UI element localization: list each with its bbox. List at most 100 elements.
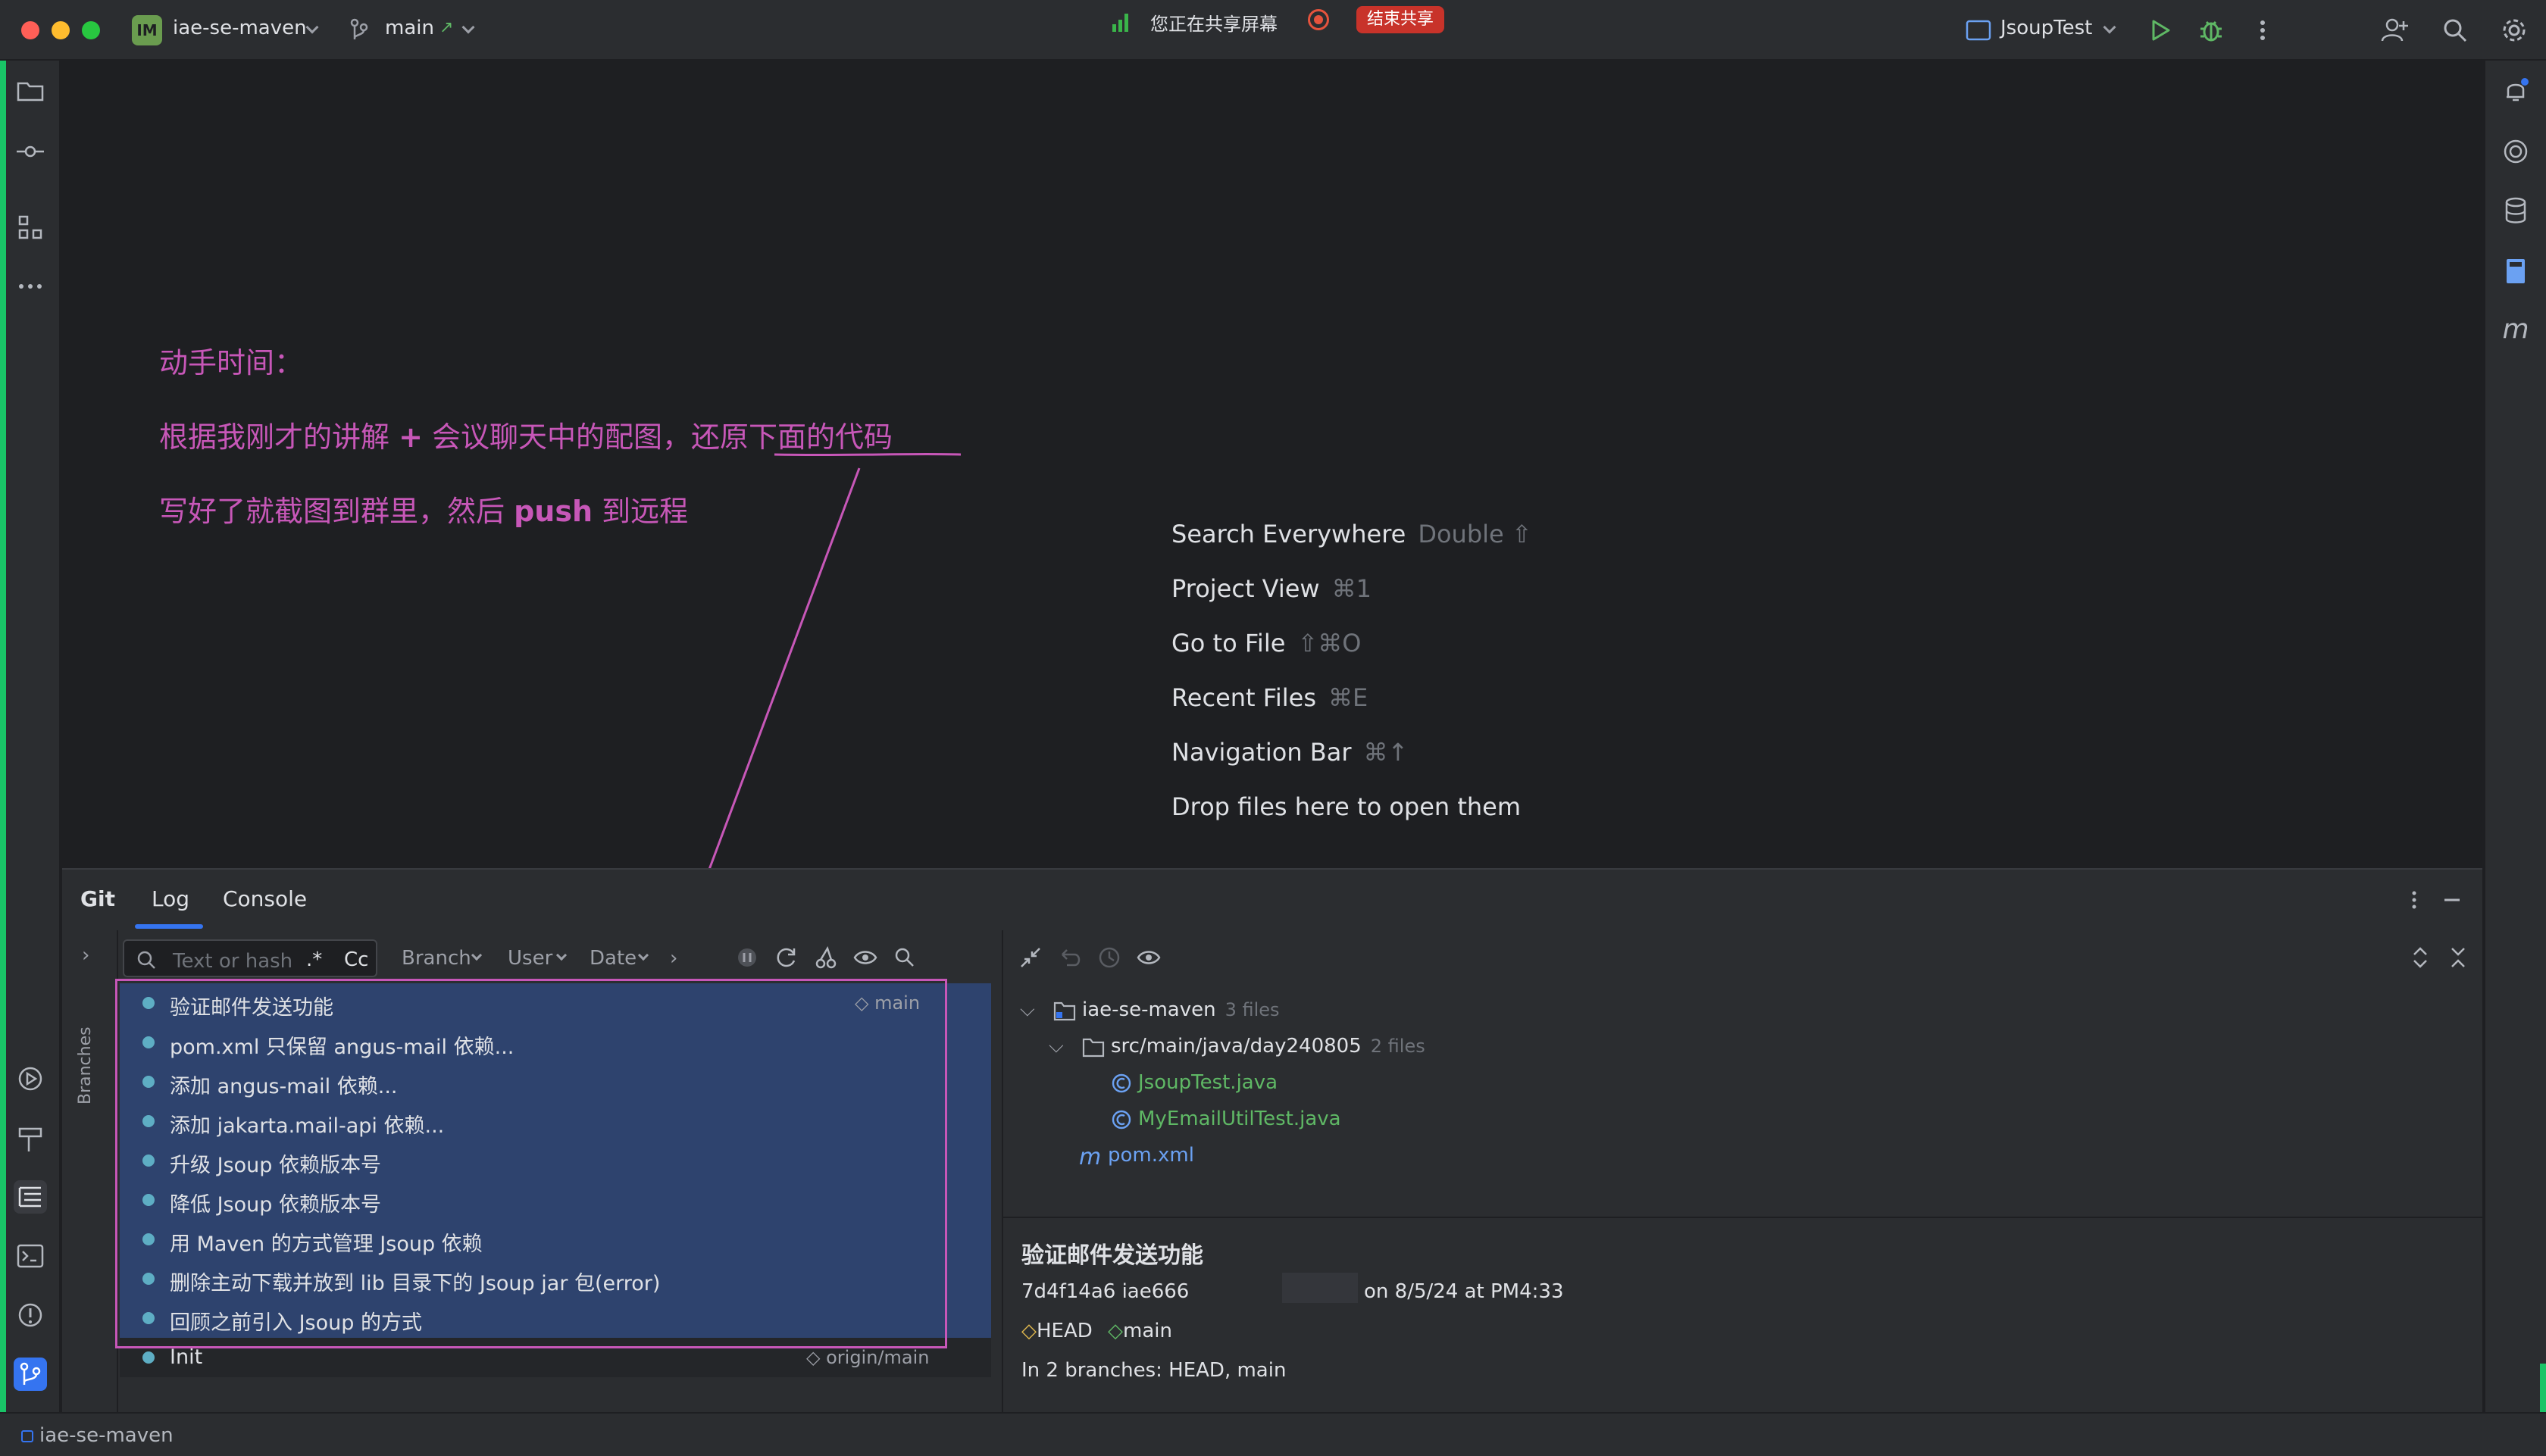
problems-icon[interactable] xyxy=(14,1298,47,1332)
sharing-signal-icon xyxy=(1112,14,1128,32)
editor-area: 动手时间： 根据我刚才的讲解 + 会议聊天中的配图，还原下面的代码 写好了就截图… xyxy=(62,62,2482,867)
project-folder-icon[interactable] xyxy=(14,74,47,108)
cherry-pick-icon[interactable] xyxy=(812,944,840,971)
chevron-down-icon[interactable]: ⌵ xyxy=(1020,998,1035,1022)
screen-share-border xyxy=(2540,1364,2546,1412)
chevron-down-icon xyxy=(305,20,319,34)
version-control-icon[interactable] xyxy=(14,1358,47,1391)
run-icon[interactable] xyxy=(2144,15,2175,45)
add-user-icon[interactable] xyxy=(2379,15,2410,45)
eye-icon[interactable] xyxy=(852,944,879,971)
collapse-arrows-icon[interactable] xyxy=(1017,944,1044,971)
hint-project-view: Project View ⌘1 xyxy=(1171,574,1372,603)
commit-hash-author[interactable]: 7d4f14a6 iae666 xyxy=(1021,1280,1189,1303)
tree-folder[interactable]: src/main/java/day240805 2 files xyxy=(1111,1035,1425,1058)
history-clock-icon[interactable] xyxy=(1096,944,1123,971)
commit-details-panel: ⌵ iae-se-maven 3 files ⌵ src/main/java/da… xyxy=(1002,930,2484,1414)
match-case-toggle[interactable]: Cc xyxy=(344,948,368,971)
build-hammer-icon[interactable] xyxy=(14,1123,47,1156)
refresh-icon[interactable] xyxy=(773,944,800,971)
run-config-icon xyxy=(1966,20,1991,41)
annotation-line-3: 写好了就截图到群里，然后 push 到远程 xyxy=(159,495,689,528)
ai-assistant-icon[interactable] xyxy=(2499,135,2532,168)
redacted-area xyxy=(1282,1273,1358,1303)
project-selector[interactable]: iae-se-maven xyxy=(173,17,307,39)
commit-node xyxy=(142,1351,155,1364)
annotation-line-1: 动手时间： xyxy=(159,346,304,380)
user-filter[interactable]: User xyxy=(508,947,552,970)
right-tool-strip: m xyxy=(2484,61,2546,1412)
hint-drop-files: Drop files here to open them xyxy=(1171,792,1522,821)
pause-icon[interactable] xyxy=(733,944,761,971)
java-test-class-icon xyxy=(1112,1073,1131,1093)
date-filter[interactable]: Date xyxy=(590,947,636,970)
commit-title: 验证邮件发送功能 xyxy=(1021,1242,1203,1269)
log-toolbar: Text or hash .* Cc Branch User Date › xyxy=(120,930,999,983)
chevron-down-icon xyxy=(471,949,483,961)
more-vertical-icon[interactable] xyxy=(2401,886,2428,914)
annotation-highlight-box xyxy=(115,979,947,1348)
left-tool-strip xyxy=(0,61,61,1412)
close-window-button[interactable] xyxy=(21,21,39,39)
search-icon xyxy=(137,951,155,969)
chevron-down-icon[interactable]: ⌵ xyxy=(1049,1035,1064,1058)
branches-strip: › Branches xyxy=(62,930,118,1414)
end-share-button[interactable]: 结束共享 xyxy=(1356,6,1445,33)
branch-selector[interactable]: main xyxy=(385,17,434,39)
branches-label[interactable]: Branches xyxy=(76,1026,95,1104)
hint-navigation-bar: Navigation Bar ⌘↑ xyxy=(1171,738,1409,767)
tab-git[interactable]: Git xyxy=(80,886,115,911)
tab-log[interactable]: Log xyxy=(152,886,189,911)
log-search-input[interactable]: Text or hash .* Cc xyxy=(123,939,377,977)
head-ref: ◇HEAD xyxy=(1021,1320,1093,1342)
log-search-placeholder: Text or hash xyxy=(173,950,293,973)
zoom-window-button[interactable] xyxy=(82,21,100,39)
tree-file-pom[interactable]: pom.xml xyxy=(1108,1144,1194,1167)
calculator-icon[interactable] xyxy=(2499,255,2532,288)
tree-root[interactable]: iae-se-maven 3 files xyxy=(1082,998,1280,1021)
tree-file[interactable]: JsoupTest.java xyxy=(1138,1071,1278,1094)
debug-icon[interactable] xyxy=(2196,15,2226,45)
undo-icon[interactable] xyxy=(1056,944,1084,971)
regex-toggle[interactable]: .* xyxy=(306,948,322,971)
expand-branches-icon[interactable]: › xyxy=(82,944,89,967)
active-tab-indicator xyxy=(135,924,203,929)
terminal-icon[interactable] xyxy=(14,1239,47,1273)
chevron-down-icon xyxy=(555,949,568,961)
hint-recent-files: Recent Files ⌘E xyxy=(1171,683,1368,712)
branch-filter[interactable]: Branch xyxy=(402,947,471,970)
branch-icon xyxy=(350,18,368,39)
minimize-window-button[interactable] xyxy=(52,21,70,39)
search-icon[interactable] xyxy=(891,944,918,971)
eye-icon[interactable] xyxy=(1135,944,1162,971)
notifications-bell-icon[interactable] xyxy=(2499,74,2532,108)
containing-branches: In 2 branches: HEAD, main xyxy=(1021,1359,1287,1382)
search-icon[interactable] xyxy=(2440,15,2470,45)
collapse-vertical-icon[interactable] xyxy=(2444,944,2472,971)
module-folder-icon xyxy=(1053,1001,1076,1021)
tab-console[interactable]: Console xyxy=(223,886,307,911)
services-icon[interactable] xyxy=(14,1062,47,1095)
project-badge[interactable]: IM xyxy=(132,15,162,45)
git-log-icon[interactable] xyxy=(14,1180,47,1214)
run-config-selector[interactable]: JsoupTest xyxy=(2000,17,2092,39)
more-horizontal-icon[interactable] xyxy=(14,270,47,303)
more-vertical-icon[interactable] xyxy=(2247,15,2278,45)
screen-share-border xyxy=(0,61,6,1412)
annotation-line-2: 根据我刚才的讲解 + 会议聊天中的配图，还原下面的代码 xyxy=(159,420,893,454)
title-bar: IM iae-se-maven main ↗ 您正在共享屏幕 结束共享 Jsou… xyxy=(0,0,2546,61)
chevron-down-icon xyxy=(2103,20,2116,34)
tree-file[interactable]: MyEmailUtilTest.java xyxy=(1138,1108,1341,1130)
maven-icon[interactable]: m xyxy=(2499,314,2532,347)
status-project-name[interactable]: iae-se-maven xyxy=(39,1424,174,1447)
more-filters-icon[interactable]: › xyxy=(670,947,677,970)
structure-icon[interactable] xyxy=(14,211,47,244)
minimize-panel-icon[interactable] xyxy=(2438,886,2466,914)
expand-vertical-icon[interactable] xyxy=(2407,944,2434,971)
outgoing-arrow-icon: ↗ xyxy=(439,18,454,37)
main-ref: ◇main xyxy=(1108,1320,1172,1342)
record-icon[interactable] xyxy=(1308,9,1329,30)
database-icon[interactable] xyxy=(2499,194,2532,227)
commit-icon[interactable] xyxy=(14,135,47,168)
settings-gear-icon[interactable] xyxy=(2499,15,2529,45)
